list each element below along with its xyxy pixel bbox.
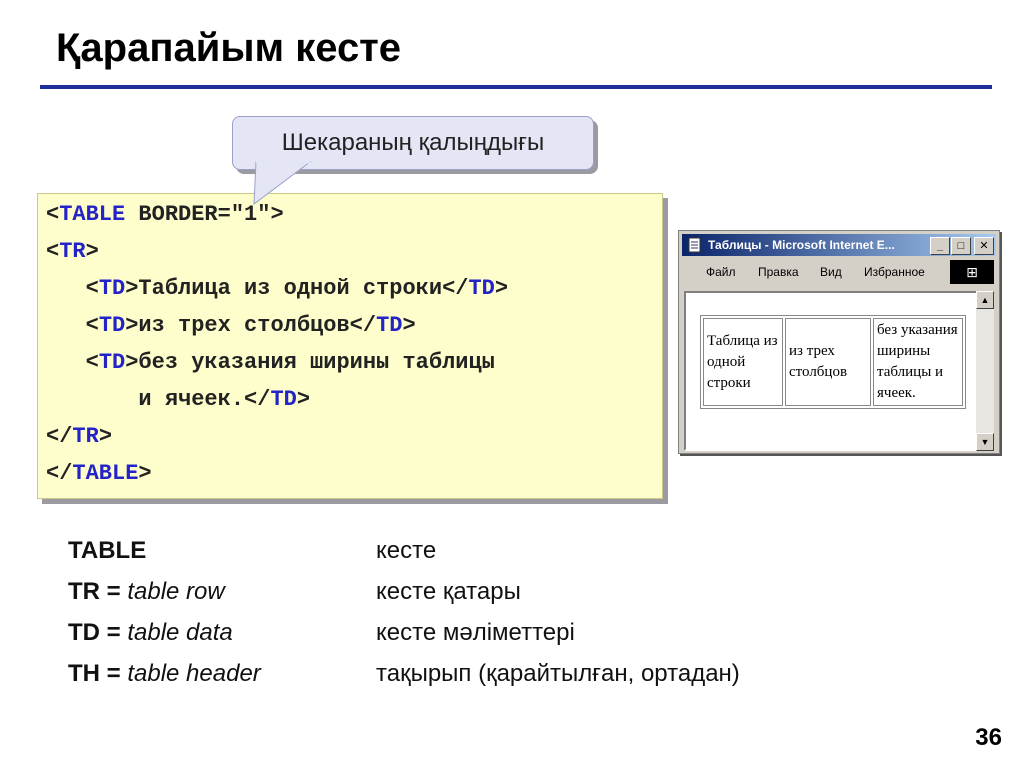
windows-logo-icon: ⊞	[950, 260, 994, 284]
table-cell: из трех столбцов	[785, 318, 871, 406]
browser-viewport: Таблица из одной строки из трех столбцов…	[684, 291, 978, 451]
page-number: 36	[975, 724, 1002, 751]
table-cell: Таблица из одной строки	[703, 318, 783, 406]
table-cell: без указания ширины таблицы и ячеек.	[873, 318, 963, 406]
code-line: и ячеек.</TD>	[138, 387, 311, 412]
code-line: <TABLE BORDER="1">	[46, 202, 284, 227]
glossary-term: TR = table row	[68, 578, 225, 605]
vertical-scrollbar[interactable]: ▲ ▼	[976, 291, 994, 451]
glossary-term: TABLE	[68, 537, 147, 564]
table-row: Таблица из одной строки из трех столбцов…	[703, 318, 963, 406]
glossary-definition: кесте мәліметтері	[376, 619, 575, 646]
browser-titlebar: Таблицы - Microsoft Internet E... _ □ ✕	[682, 234, 996, 256]
code-line: <TR>	[46, 239, 99, 264]
scroll-up-icon[interactable]: ▲	[976, 291, 994, 309]
document-icon	[688, 237, 701, 253]
title-underline	[40, 85, 992, 89]
glossary-term: TD = table data	[68, 619, 233, 646]
maximize-button[interactable]: □	[951, 237, 971, 255]
browser-menubar: Файл Правка Вид Избранное ⊞	[682, 259, 996, 285]
browser-title: Таблицы - Microsoft Internet E...	[708, 238, 895, 252]
code-line: </TABLE>	[46, 461, 152, 486]
callout-pointer	[253, 160, 312, 206]
code-line: <TD>из трех столбцов</TD>	[85, 313, 416, 338]
browser-window: Таблицы - Microsoft Internet E... _ □ ✕ …	[678, 230, 1000, 454]
glossary-definition: кесте қатары	[376, 578, 521, 605]
menu-favorites[interactable]: Избранное	[864, 265, 925, 279]
demo-table: Таблица из одной строки из трех столбцов…	[700, 315, 966, 409]
code-line: </TR>	[46, 424, 113, 449]
menu-file[interactable]: Файл	[706, 265, 736, 279]
html-code-block: <TABLE BORDER="1"> <TR> <TD>Таблица из о…	[37, 193, 663, 499]
code-line: <TD>Таблица из одной строки</TD>	[85, 276, 509, 301]
scroll-down-icon[interactable]: ▼	[976, 433, 994, 451]
glossary-definition: кесте	[376, 537, 437, 564]
glossary-definition: тақырып (қарайтылған, ортадан)	[376, 660, 740, 687]
menu-view[interactable]: Вид	[820, 265, 842, 279]
menu-edit[interactable]: Правка	[758, 265, 799, 279]
code-line: <TD>без указания ширины таблицы	[85, 350, 495, 375]
minimize-button[interactable]: _	[930, 237, 950, 255]
page-title: Қарапайым кесте	[56, 26, 402, 70]
glossary-term: TH = table header	[68, 660, 261, 687]
close-button[interactable]: ✕	[974, 237, 994, 255]
